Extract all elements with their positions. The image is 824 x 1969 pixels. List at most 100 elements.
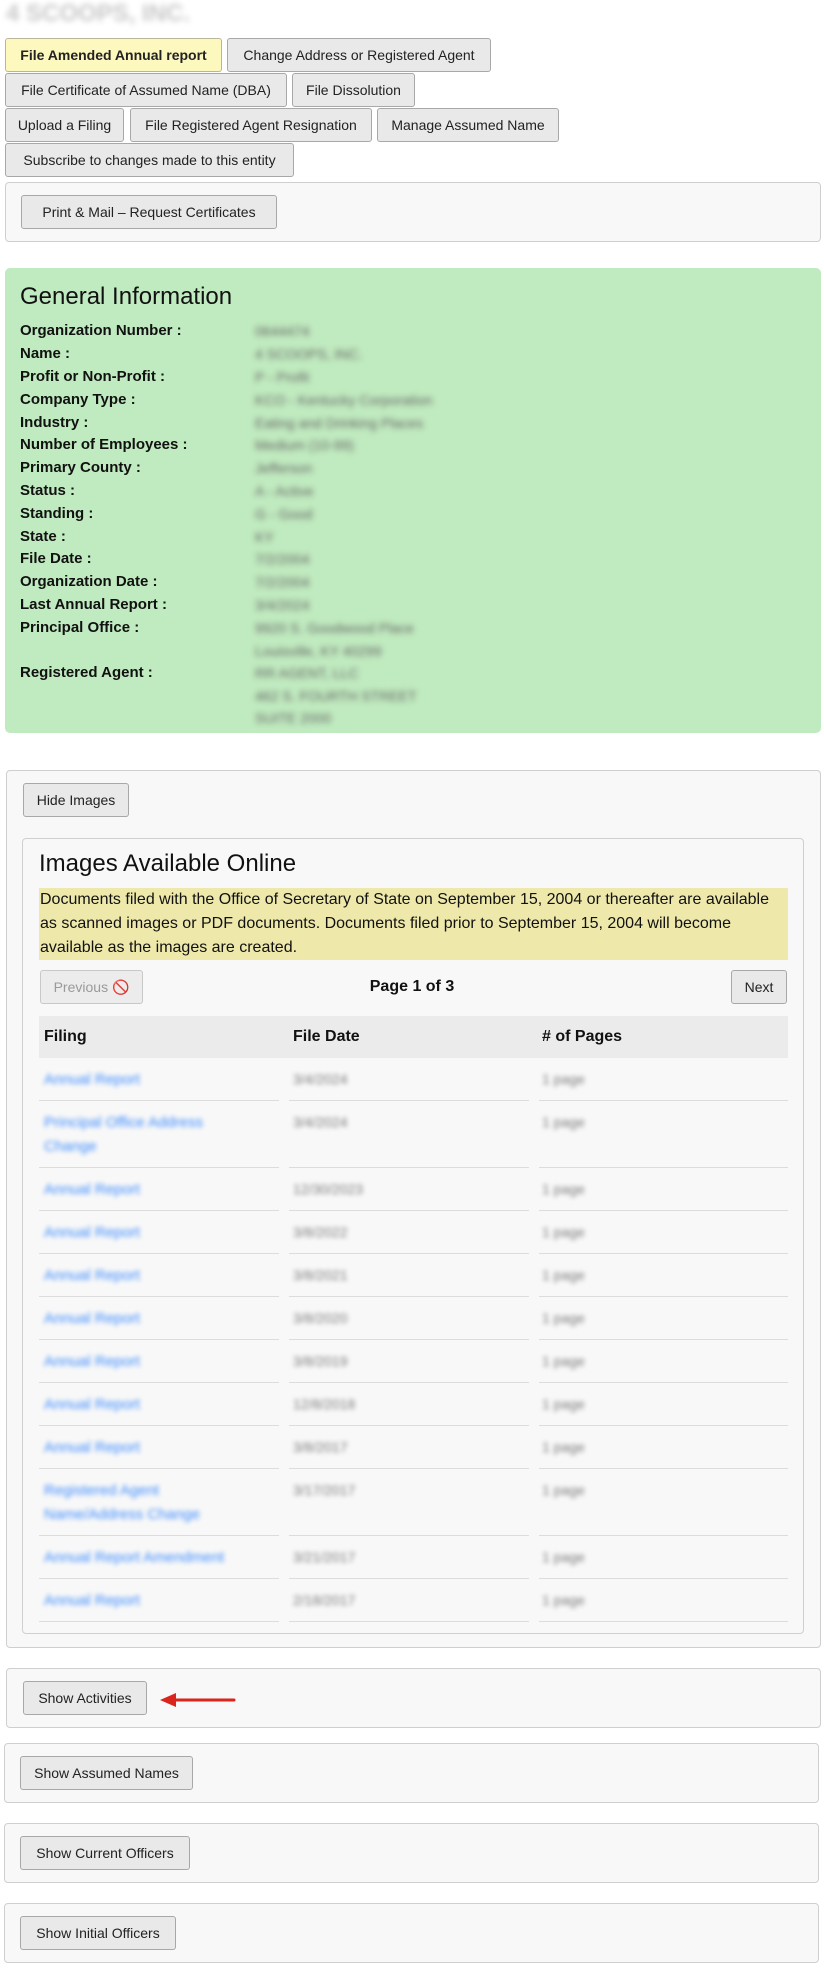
file-date-cell: 3/17/2017 [289, 1469, 529, 1536]
subscribe-changes-button[interactable]: Subscribe to changes made to this entity [5, 143, 294, 177]
file-dba-button[interactable]: File Certificate of Assumed Name (DBA) [5, 73, 287, 107]
change-address-agent-button[interactable]: Change Address or Registered Agent [227, 38, 491, 72]
file-date-value: 3/8/2021 [293, 1267, 348, 1283]
pages-value: 1 page [542, 1549, 585, 1565]
table-row: Annual Report 3/8/2021 1 page [39, 1254, 788, 1297]
table-row: Registered Agent Name/Address Change 3/17… [39, 1469, 788, 1536]
profit-value: P - Profit [255, 369, 310, 385]
file-date-value: 2/18/2017 [293, 1592, 356, 1608]
filing-link[interactable]: Annual Report [44, 1436, 254, 1460]
file-date-value: 12/8/2018 [293, 1396, 356, 1412]
file-date-cell: 12/8/2018 [289, 1383, 529, 1426]
images-heading: Images Available Online [39, 850, 297, 877]
filing-cell: Annual Report [39, 1340, 279, 1383]
table-row: Annual Report 12/30/2023 1 page [39, 1168, 788, 1211]
filing-link[interactable]: Annual Report Amendment [44, 1546, 254, 1570]
registered-agent-line3: SUITE 2000 [255, 710, 332, 726]
state-value: KY [255, 529, 274, 545]
status-value: A - Active [255, 483, 314, 499]
filing-cell: Annual Report [39, 1579, 279, 1622]
file-date-value: 3/8/2020 [293, 1310, 348, 1326]
filing-link[interactable]: Annual Report [44, 1589, 254, 1613]
primary-county-value: Jefferson [255, 460, 313, 476]
filing-link[interactable]: Registered Agent Name/Address Change [44, 1479, 254, 1527]
general-information-section: General Information Organization Number … [5, 268, 821, 733]
registered-agent-line1: RR AGENT, LLC [255, 665, 359, 681]
file-date-cell: 3/21/2017 [289, 1536, 529, 1579]
pages-value: 1 page [542, 1224, 585, 1240]
file-agent-resignation-button[interactable]: File Registered Agent Resignation [130, 108, 372, 142]
images-table-header: Filing File Date # of Pages [39, 1016, 788, 1058]
filing-cell: Annual Report [39, 1383, 279, 1426]
file-date-cell: 3/4/2024 [289, 1058, 529, 1101]
filing-cell: Registered Agent Name/Address Change [39, 1469, 279, 1536]
last-annual-report-label: Last Annual Report : [20, 596, 167, 613]
industry-label: Industry : [20, 414, 89, 431]
images-notice: Documents filed with the Office of Secre… [39, 888, 788, 960]
filing-link[interactable]: Annual Report [44, 1393, 254, 1417]
pages-value: 1 page [542, 1114, 585, 1130]
org-number-value: 0644474 [255, 323, 310, 339]
filing-link[interactable]: Annual Report [44, 1350, 254, 1374]
filing-link[interactable]: Annual Report [44, 1068, 254, 1092]
filing-cell: Annual Report [39, 1426, 279, 1469]
filing-link[interactable]: Annual Report [44, 1221, 254, 1245]
pages-cell: 1 page [539, 1536, 788, 1579]
file-dissolution-button[interactable]: File Dissolution [292, 73, 415, 107]
file-date-value: 3/4/2024 [293, 1114, 348, 1130]
pages-value: 1 page [542, 1310, 585, 1326]
pages-value: 1 page [542, 1353, 585, 1369]
red-arrow-icon [160, 1693, 236, 1707]
pages-cell: 1 page [539, 1383, 788, 1426]
show-current-officers-button[interactable]: Show Current Officers [20, 1836, 190, 1870]
print-mail-button[interactable]: Print & Mail – Request Certificates [21, 195, 277, 229]
table-row: Annual Report 2/18/2017 1 page [39, 1579, 788, 1622]
pages-value: 1 page [542, 1181, 585, 1197]
col-file-date: File Date [293, 1028, 360, 1045]
profit-label: Profit or Non-Profit : [20, 368, 165, 385]
manage-assumed-name-button[interactable]: Manage Assumed Name [377, 108, 559, 142]
name-label: Name : [20, 345, 71, 362]
org-number-label: Organization Number : [20, 322, 182, 339]
col-pages: # of Pages [542, 1028, 623, 1045]
upload-filing-button[interactable]: Upload a Filing [5, 108, 124, 142]
pages-cell: 1 page [539, 1579, 788, 1622]
filing-link[interactable]: Annual Report [44, 1307, 254, 1331]
filing-cell: Annual Report Amendment [39, 1536, 279, 1579]
table-row: Annual Report 3/8/2020 1 page [39, 1297, 788, 1340]
pages-cell: 1 page [539, 1254, 788, 1297]
hide-images-button[interactable]: Hide Images [23, 783, 129, 817]
table-row: Annual Report Amendment 3/21/2017 1 page [39, 1536, 788, 1579]
file-date-cell: 3/8/2022 [289, 1211, 529, 1254]
principal-office-line1: 9920 S. Goodwood Place [255, 620, 414, 636]
table-row: Annual Report 12/8/2018 1 page [39, 1383, 788, 1426]
file-date-value: 7/2/2004 [255, 551, 310, 567]
filing-link[interactable]: Annual Report [44, 1264, 254, 1288]
principal-office-line2: Louisville, KY 40299 [255, 643, 382, 659]
filing-link[interactable]: Annual Report [44, 1178, 254, 1202]
col-filing: Filing [44, 1028, 87, 1045]
pages-cell: 1 page [539, 1058, 788, 1101]
table-row: Annual Report 3/4/2024 1 page [39, 1058, 788, 1101]
name-value: 4 SCOOPS, INC. [255, 346, 363, 362]
standing-value: G - Good [255, 506, 313, 522]
next-page-button[interactable]: Next [731, 970, 787, 1004]
pages-cell: 1 page [539, 1297, 788, 1340]
show-assumed-names-button[interactable]: Show Assumed Names [20, 1756, 193, 1790]
file-date-cell: 12/30/2023 [289, 1168, 529, 1211]
pages-value: 1 page [542, 1439, 585, 1455]
pages-cell: 1 page [539, 1101, 788, 1168]
file-amended-annual-report-button[interactable]: File Amended Annual report [5, 38, 222, 72]
industry-value: Eating and Drinking Places [255, 415, 424, 431]
org-date-label: Organization Date : [20, 573, 158, 590]
show-activities-button[interactable]: Show Activities [23, 1681, 147, 1715]
pages-cell: 1 page [539, 1168, 788, 1211]
table-row: Annual Report 3/8/2022 1 page [39, 1211, 788, 1254]
show-initial-officers-button[interactable]: Show Initial Officers [20, 1916, 176, 1950]
filing-link[interactable]: Principal Office Address Change [44, 1111, 254, 1159]
employees-label: Number of Employees : [20, 436, 188, 453]
pages-value: 1 page [542, 1267, 585, 1283]
file-date-cell: 3/8/2021 [289, 1254, 529, 1297]
pages-value: 1 page [542, 1592, 585, 1608]
file-date-cell: 3/8/2019 [289, 1340, 529, 1383]
